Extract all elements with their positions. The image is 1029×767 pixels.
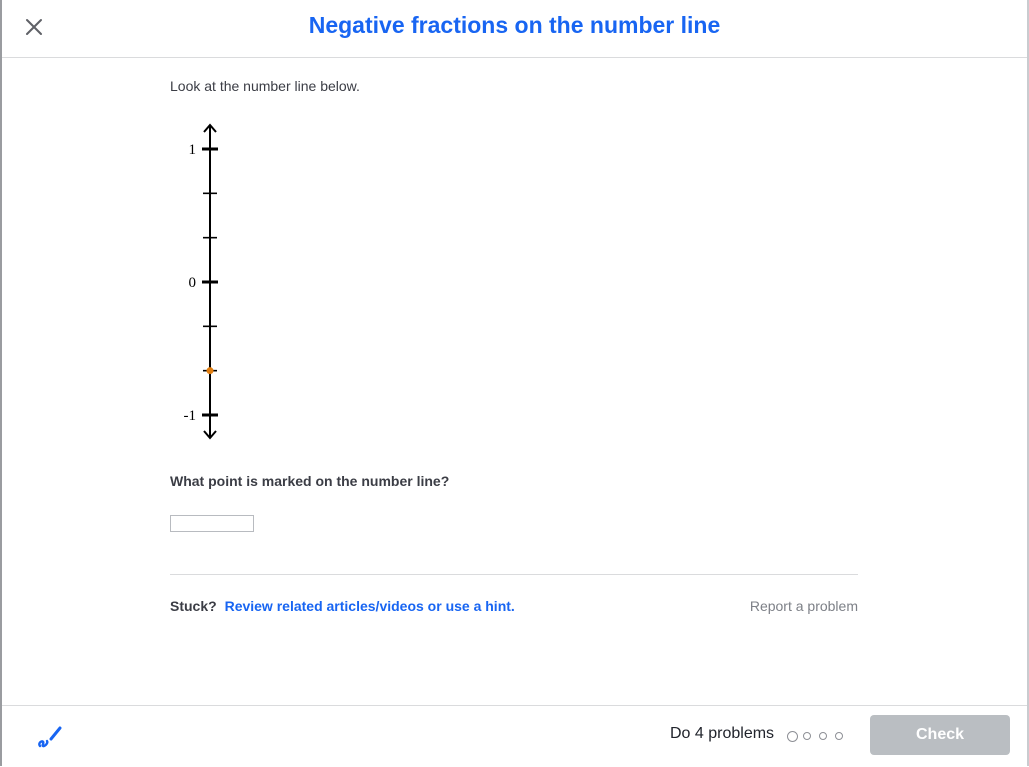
- marked-point: [206, 367, 214, 375]
- number-line-label: -1: [184, 408, 197, 424]
- pencil-scribble-icon: [38, 726, 62, 748]
- progress-dot: [819, 732, 827, 740]
- progress-dots: [787, 728, 851, 744]
- number-line-label: 1: [189, 142, 197, 158]
- scratchpad-button[interactable]: [34, 722, 64, 752]
- progress-dot: [835, 732, 843, 740]
- intro-text: Look at the number line below.: [170, 78, 360, 94]
- stuck-label: Stuck?: [170, 598, 217, 614]
- help-row: Stuck? Review related articles/videos or…: [170, 598, 858, 614]
- hint-link[interactable]: Review related articles/videos or use a …: [225, 598, 515, 614]
- exercise-content: Look at the number line below. 1 0 -1 What…: [170, 78, 858, 614]
- number-line-label: 0: [189, 275, 197, 291]
- window-frame-left: [0, 0, 2, 766]
- progress-dot: [803, 732, 811, 740]
- divider: [170, 574, 858, 575]
- exercise-footer: Do 4 problems Check: [2, 705, 1027, 767]
- report-problem-link[interactable]: Report a problem: [750, 598, 858, 614]
- check-button[interactable]: Check: [870, 715, 1010, 755]
- exercise-header: Negative fractions on the number line: [2, 0, 1027, 58]
- exercise-title: Negative fractions on the number line: [308, 12, 721, 38]
- number-line: 1 0 -1: [184, 123, 218, 440]
- progress-dot: [787, 730, 798, 742]
- answer-input[interactable]: [170, 515, 254, 532]
- problems-count-label: Do 4 problems: [670, 725, 775, 742]
- question-text: What point is marked on the number line?: [170, 473, 450, 489]
